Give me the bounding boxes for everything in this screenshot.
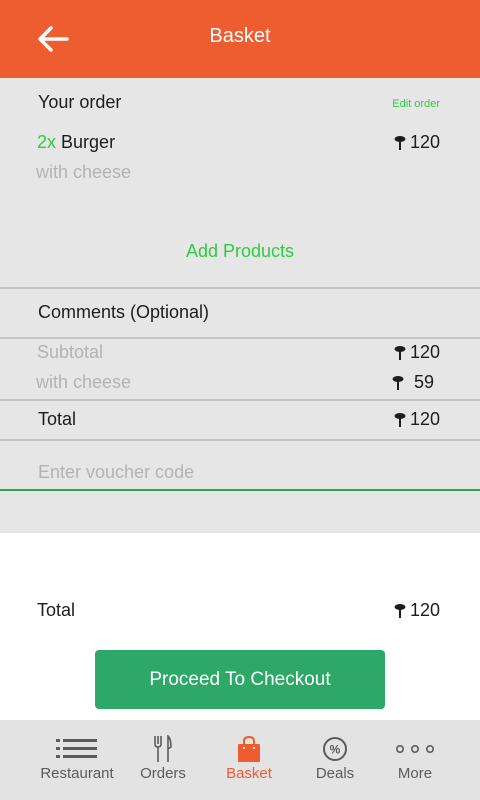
item-price: 120 xyxy=(394,132,440,153)
currency-icon xyxy=(394,412,406,427)
your-order-heading: Your order xyxy=(38,92,122,112)
shopping-bag-icon xyxy=(238,735,260,762)
item-option: with cheese xyxy=(36,162,132,182)
divider xyxy=(0,439,480,441)
currency-icon xyxy=(394,345,406,360)
item-quantity: 2x xyxy=(37,132,57,152)
nav-orders[interactable]: Orders xyxy=(132,720,194,800)
total-label: Total xyxy=(38,409,77,429)
nav-deals[interactable]: % Deals xyxy=(305,720,365,800)
total-value: 120 xyxy=(409,409,440,429)
proceed-to-checkout-button[interactable]: Proceed To Checkout xyxy=(95,650,385,709)
order-item[interactable]: 2x Burger xyxy=(37,132,115,153)
divider xyxy=(0,337,480,339)
add-products-button[interactable]: Add Products xyxy=(0,241,480,262)
extra-label: with cheese xyxy=(36,372,132,392)
subtotal-value: 120 xyxy=(409,342,440,362)
extra-value: 59 xyxy=(413,372,434,392)
nav-restaurant[interactable]: Restaurant xyxy=(38,720,116,800)
nav-label: More xyxy=(397,765,433,782)
currency-icon xyxy=(394,603,406,618)
subtotal-price: 120 xyxy=(394,342,440,363)
nav-label: Orders xyxy=(140,765,186,782)
divider xyxy=(0,287,480,289)
svg-text:%: % xyxy=(330,743,341,757)
nav-basket[interactable]: Basket xyxy=(218,720,280,800)
bottom-nav: Restaurant Orders Basket % Deals More xyxy=(0,720,480,800)
divider xyxy=(0,399,480,401)
extra-price: 59 xyxy=(392,372,434,393)
list-icon xyxy=(56,739,97,758)
app-header: Basket xyxy=(0,0,480,78)
currency-icon xyxy=(394,135,406,150)
footer-total-label: Total xyxy=(37,600,76,620)
fork-knife-icon xyxy=(154,735,172,762)
page-title: Basket xyxy=(209,25,271,47)
edit-order-link[interactable]: Edit order xyxy=(392,98,440,110)
nav-label: Restaurant xyxy=(40,765,114,782)
percent-icon: % xyxy=(323,737,347,761)
currency-icon xyxy=(392,375,404,390)
item-name: Burger xyxy=(61,132,116,152)
nav-more[interactable]: More xyxy=(385,720,445,800)
nav-label: Deals xyxy=(315,765,355,782)
item-price-value: 120 xyxy=(409,132,440,152)
voucher-input[interactable]: Enter voucher code xyxy=(38,462,194,483)
more-dots-icon xyxy=(395,744,434,754)
footer-total-price: 120 xyxy=(394,600,440,621)
total-price: 120 xyxy=(394,409,440,430)
voucher-underline xyxy=(0,489,480,491)
subtotal-label: Subtotal xyxy=(37,342,104,362)
footer-total-value: 120 xyxy=(409,600,440,620)
nav-label: Basket xyxy=(226,765,272,782)
comments-field[interactable]: Comments (Optional) xyxy=(38,302,209,323)
